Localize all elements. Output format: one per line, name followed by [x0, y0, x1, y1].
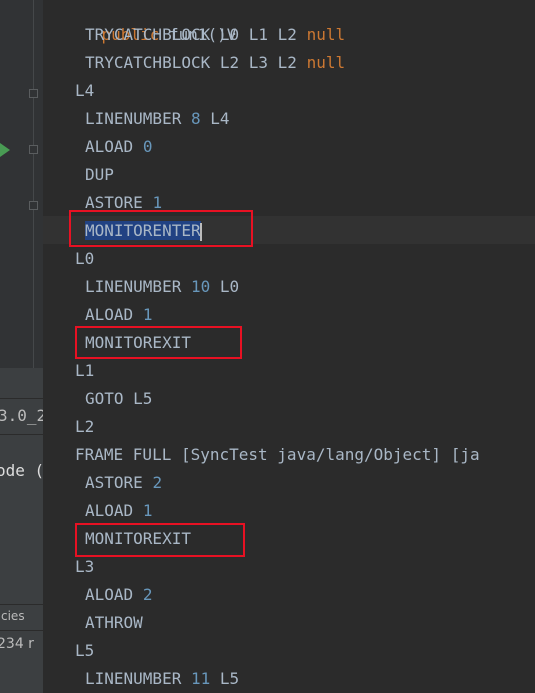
play-icon[interactable] — [0, 143, 10, 157]
keyword: null — [306, 25, 346, 44]
code-line[interactable]: ALOAD 2 — [85, 581, 152, 609]
code-line[interactable]: TRYCATCHBLOCK L2 L3 L2 null — [85, 49, 345, 77]
code-line[interactable]: L4 — [75, 77, 94, 105]
operand-number: 8 — [190, 109, 201, 128]
opcode: L2 — [75, 417, 95, 436]
fold-marker-icon[interactable] — [29, 145, 38, 154]
operand-number: 0 — [142, 137, 153, 156]
highlight-box-monitorexit-2 — [75, 523, 245, 557]
code-line[interactable]: LINENUMBER 11 L5 — [85, 665, 239, 693]
bytecode-editor[interactable]: public fun1()V TRYCATCHBLOCK L0 L1 L2 nu… — [43, 0, 535, 693]
opcode: ATHROW — [85, 613, 143, 632]
tool-window-panel: 3.0_2 ode ( cies 234 r — [0, 368, 43, 693]
gutter-line — [33, 0, 34, 368]
opcode: L0 — [75, 249, 95, 268]
opcode: LINENUMBER — [85, 277, 182, 296]
opcode: TRYCATCHBLOCK — [85, 53, 211, 72]
opcode: ASTORE — [85, 473, 143, 492]
opcode: GOTO — [85, 389, 124, 408]
mode-text: ode ( — [0, 461, 43, 480]
operand-number: 11 — [190, 669, 211, 688]
method-header: public fun1()V — [63, 0, 237, 44]
opcode: LINENUMBER — [85, 109, 182, 128]
code-line[interactable]: GOTO L5 — [85, 385, 152, 413]
code-line[interactable]: L3 — [75, 553, 94, 581]
operand-number: 10 — [190, 277, 211, 296]
opcode: TRYCATCHBLOCK — [85, 25, 211, 44]
version-text: 3.0_2 — [0, 406, 43, 425]
code-line[interactable]: DUP — [85, 161, 114, 189]
opcode: FRAME FULL — [75, 445, 172, 464]
highlight-box-monitorexit — [75, 326, 242, 359]
code-line[interactable]: L0 — [75, 245, 94, 273]
code-line[interactable]: LINENUMBER 10 L0 — [85, 273, 239, 301]
operand-args: [SyncTest java/lang/Object] [ja — [180, 445, 480, 464]
opcode: ALOAD — [85, 585, 134, 604]
code-line[interactable]: L1 — [75, 357, 94, 385]
code-line[interactable]: FRAME FULL [SyncTest java/lang/Object] [… — [75, 441, 480, 469]
opcode: L4 — [75, 81, 95, 100]
count-label: 234 r — [0, 636, 34, 652]
operand-args: L5 — [133, 389, 153, 408]
code-line[interactable]: ATHROW — [85, 609, 143, 637]
tab-label[interactable]: cies — [1, 609, 25, 623]
count-text: 234 r — [0, 636, 34, 652]
operand-args: L5 — [219, 669, 240, 688]
code-line[interactable]: TRYCATCHBLOCK L0 L1 L2 null — [85, 21, 345, 49]
operand-args: L4 — [210, 109, 230, 128]
opcode: L1 — [75, 361, 95, 380]
opcode: ALOAD — [85, 137, 134, 156]
code-line[interactable]: ALOAD 1 — [85, 301, 152, 329]
opcode: L3 — [75, 557, 95, 576]
operand-number: 2 — [142, 585, 153, 604]
operand-args: L0 L1 L2 — [219, 25, 297, 44]
code-line[interactable]: ALOAD 0 — [85, 133, 152, 161]
opcode: ALOAD — [85, 501, 134, 520]
opcode: L5 — [75, 641, 95, 660]
left-side-panel: 3.0_2 ode ( cies 234 r — [0, 0, 43, 693]
operand-args: L0 — [219, 277, 240, 296]
opcode: LINENUMBER — [85, 669, 182, 688]
opcode: DUP — [85, 165, 114, 184]
operand-number: 2 — [152, 473, 163, 492]
code-line[interactable]: L5 — [75, 637, 94, 665]
operand-number: 1 — [142, 305, 153, 324]
fold-marker-icon[interactable] — [29, 89, 38, 98]
code-line[interactable]: LINENUMBER 8 L4 — [85, 105, 230, 133]
operand-args: L2 L3 L2 — [219, 53, 297, 72]
fold-marker-icon[interactable] — [29, 201, 38, 210]
opcode: ALOAD — [85, 305, 134, 324]
code-line[interactable]: ALOAD 1 — [85, 497, 152, 525]
keyword: null — [306, 53, 346, 72]
code-line[interactable]: ASTORE 2 — [85, 469, 162, 497]
code-line[interactable]: L2 — [75, 413, 94, 441]
operand-number: 1 — [142, 501, 153, 520]
highlight-box-monitorenter — [69, 210, 253, 247]
